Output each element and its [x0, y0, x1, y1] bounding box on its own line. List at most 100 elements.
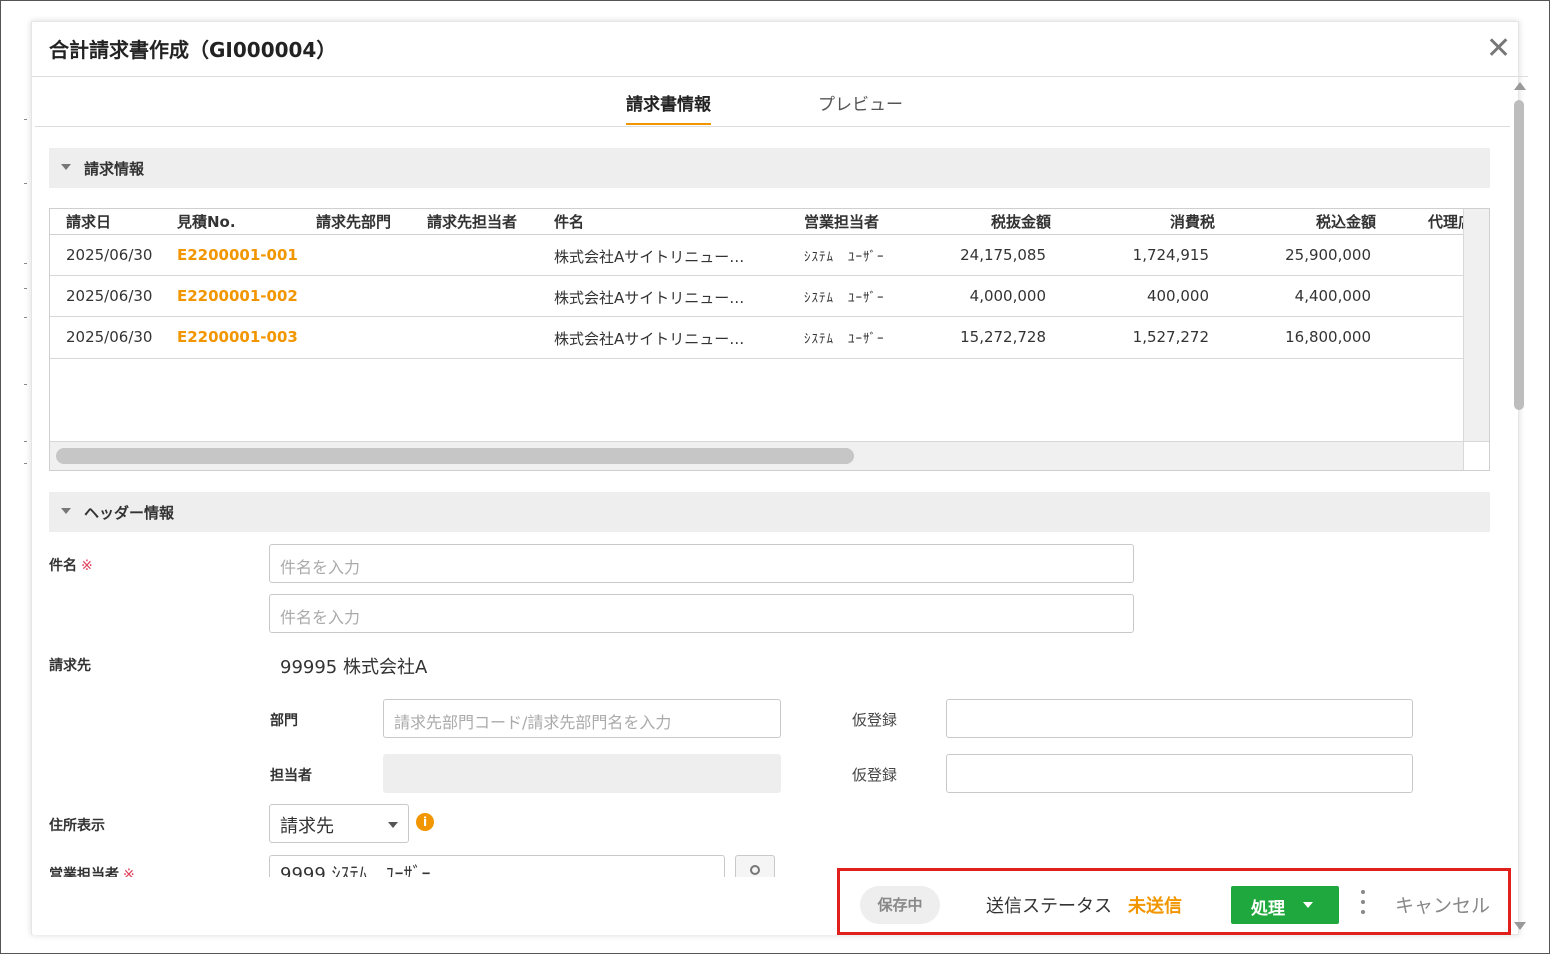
section-header-info[interactable]: ヘッダー情報: [49, 492, 1490, 532]
sales-search-button[interactable]: [735, 855, 775, 877]
collapse-caret-icon[interactable]: [61, 164, 71, 170]
section-title: 請求情報: [84, 160, 145, 178]
sales-label: 営業担当者 ※: [49, 864, 135, 877]
chevron-down-icon: [388, 822, 398, 828]
table-row[interactable]: 2025/06/30 E2200001-003 株式会社Aサイトリニュー… ｼｽ…: [50, 317, 1463, 359]
process-button[interactable]: 処理: [1231, 886, 1339, 924]
col-header-pretax[interactable]: 税抜金額: [991, 211, 1051, 232]
cell-tax: 400,000: [1146, 287, 1209, 305]
col-header-subject[interactable]: 件名: [554, 211, 584, 232]
collapse-caret-icon[interactable]: [61, 508, 71, 514]
dept-input[interactable]: 請求先部門コード/請求先部門名を入力: [383, 699, 781, 738]
cell-date: 2025/06/30: [66, 246, 153, 264]
subject-label-text: 件名: [49, 558, 77, 574]
cell-pretax: 15,272,728: [960, 328, 1046, 346]
background-mark: [24, 441, 27, 442]
background-page: [2, 1, 28, 953]
person-temp-input[interactable]: [946, 754, 1413, 793]
address-label: 住所表示: [49, 818, 105, 834]
more-options-icon[interactable]: [1360, 890, 1366, 918]
background-mark: [24, 317, 27, 318]
col-header-date[interactable]: 請求日: [66, 211, 111, 232]
table-viewport: 請求日 見積No. 請求先部門 請求先担当者 件名 営業担当者 税抜金額 消費税…: [50, 209, 1463, 441]
section-billing-info[interactable]: 請求情報: [49, 148, 1490, 188]
cell-tax: 1,527,272: [1132, 328, 1209, 346]
address-select-value: 請求先: [280, 816, 334, 837]
tab-preview[interactable]: プレビュー: [818, 90, 903, 115]
estimate-link[interactable]: E2200001-002: [177, 287, 298, 305]
dept-temp-input[interactable]: [946, 699, 1413, 738]
chevron-down-icon: [1303, 902, 1313, 908]
estimate-link[interactable]: E2200001-001: [177, 246, 298, 264]
cell-date: 2025/06/30: [66, 328, 153, 346]
vertical-scrollbar[interactable]: [1513, 82, 1527, 934]
cell-total: 16,800,000: [1285, 328, 1371, 346]
background-mark: [24, 288, 27, 289]
person-input: [383, 754, 781, 793]
background-mark: [24, 263, 27, 264]
invoice-dialog: 合計請求書作成（GI000004） ✕ 請求書情報 プレビュー 請求情報 請求日…: [31, 21, 1528, 935]
cell-subject: 株式会社Aサイトリニュー…: [554, 248, 745, 266]
table-row[interactable]: 2025/06/30 E2200001-002 株式会社Aサイトリニュー… ｼｽ…: [50, 276, 1463, 317]
col-header-agent[interactable]: 代理店: [1428, 211, 1463, 232]
table-horizontal-scrollbar[interactable]: [50, 441, 1463, 470]
process-button-label: 処理: [1251, 899, 1285, 919]
tab-invoice-info[interactable]: 請求書情報: [626, 90, 711, 125]
section-title: ヘッダー情報: [84, 504, 175, 522]
billing-table: 請求日 見積No. 請求先部門 請求先担当者 件名 営業担当者 税抜金額 消費税…: [49, 208, 1490, 471]
background-mark: [24, 183, 27, 184]
bill-to-label: 請求先: [49, 658, 91, 674]
background-mark: [24, 384, 27, 385]
bill-to-value: 99995 株式会社A: [280, 657, 428, 678]
table-scroll-thumb[interactable]: [56, 448, 854, 464]
cell-total: 25,900,000: [1285, 246, 1371, 264]
required-mark: ※: [81, 558, 93, 574]
person-label: 担当者: [270, 768, 312, 784]
dialog-title: 合計請求書作成（GI000004）: [49, 38, 337, 62]
estimate-link[interactable]: E2200001-003: [177, 328, 298, 346]
cell-pretax: 24,175,085: [960, 246, 1046, 264]
info-icon[interactable]: i: [416, 813, 434, 831]
subject-input[interactable]: 件名を入力: [269, 544, 1134, 583]
scroll-up-icon[interactable]: [1514, 82, 1526, 90]
col-header-total[interactable]: 税込金額: [1316, 211, 1376, 232]
title-divider: [32, 76, 1528, 77]
cell-total: 4,400,000: [1294, 287, 1371, 305]
sales-input[interactable]: 9999 ｼｽﾃﾑ ﾕｰｻﾞｰ: [269, 855, 725, 877]
action-bar: 保存中 送信ステータス 未送信 処理 キャンセル: [837, 868, 1511, 935]
col-header-dept[interactable]: 請求先部門: [316, 211, 391, 232]
subject-label: 件名 ※: [49, 555, 93, 575]
dept-temp-label: 仮登録: [852, 711, 898, 729]
col-header-estimate-no[interactable]: 見積No.: [177, 211, 236, 232]
cell-sales: ｼｽﾃﾑ ﾕｰｻﾞｰ: [804, 332, 885, 347]
cell-pretax: 4,000,000: [969, 287, 1046, 305]
cell-subject: 株式会社Aサイトリニュー…: [554, 330, 745, 348]
cancel-button[interactable]: キャンセル: [1395, 891, 1490, 918]
close-icon[interactable]: ✕: [1486, 34, 1511, 64]
search-icon: [750, 865, 760, 875]
cell-sales: ｼｽﾃﾑ ﾕｰｻﾞｰ: [804, 291, 885, 306]
cell-subject: 株式会社Aサイトリニュー…: [554, 289, 745, 307]
col-header-contact[interactable]: 請求先担当者: [427, 211, 517, 232]
background-mark: [24, 119, 27, 120]
person-temp-label: 仮登録: [852, 766, 898, 784]
cell-date: 2025/06/30: [66, 287, 153, 305]
send-status-label: 送信ステータス: [986, 896, 1112, 917]
subject-input-secondary[interactable]: 件名を入力: [269, 594, 1134, 633]
table-row[interactable]: 2025/06/30 E2200001-001 株式会社Aサイトリニュー… ｼｽ…: [50, 235, 1463, 276]
screen-frame: 合計請求書作成（GI000004） ✕ 請求書情報 プレビュー 請求情報 請求日…: [0, 0, 1550, 954]
scroll-down-icon[interactable]: [1514, 922, 1526, 930]
tab-divider: [35, 126, 1510, 127]
table-vertical-scrollbar[interactable]: [1463, 209, 1489, 441]
send-status-value: 未送信: [1128, 896, 1182, 917]
saving-badge: 保存中: [860, 886, 940, 924]
col-header-sales[interactable]: 営業担当者: [804, 211, 879, 232]
background-mark: [24, 463, 27, 464]
cell-tax: 1,724,915: [1132, 246, 1209, 264]
address-select[interactable]: 請求先: [269, 804, 409, 843]
col-header-tax[interactable]: 消費税: [1170, 211, 1215, 232]
scroll-thumb[interactable]: [1514, 100, 1524, 410]
required-mark: ※: [123, 867, 135, 877]
sales-label-text: 営業担当者: [49, 867, 119, 877]
dept-label: 部門: [270, 713, 298, 729]
